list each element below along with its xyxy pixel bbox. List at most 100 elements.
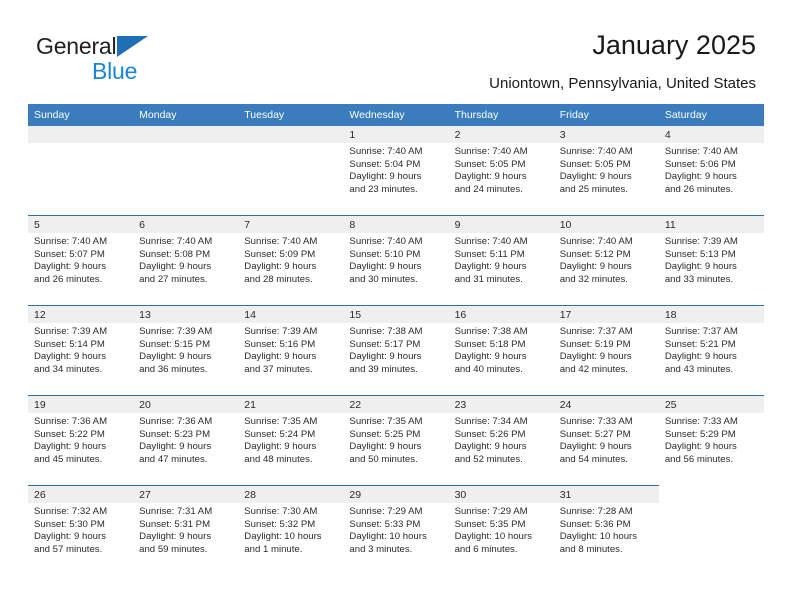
daylight-duration-line2: and 59 minutes.: [139, 543, 208, 555]
day-number: 10: [553, 216, 659, 233]
page-header: General Blue January 2025 Uniontown, Pen…: [0, 0, 792, 100]
day-cell-inner[interactable]: 31 Sunrise: 7:28 AM Sunset: 5:36 PM Dayligh…: [553, 486, 659, 575]
day-cell-inner[interactable]: 22 Sunrise: 7:35 AM Sunset: 5:25 PM Dayligh…: [343, 396, 449, 485]
day-cell-inner[interactable]: 29 Sunrise: 7:29 AM Sunset: 5:33 PM Dayligh…: [343, 486, 449, 575]
weekday-header-sunday: Sunday: [28, 104, 134, 126]
daylight-duration-line2: and 54 minutes.: [559, 453, 628, 465]
logo-top-row: General: [36, 33, 266, 59]
day-cell-inner[interactable]: 26 Sunrise: 7:32 AM Sunset: 5:30 PM Dayligh…: [28, 486, 134, 575]
daylight-duration-line2: and 48 minutes.: [244, 453, 313, 465]
daylight-duration-line2: and 24 minutes.: [454, 183, 523, 195]
sunrise-time: Sunrise: 7:40 AM: [139, 236, 213, 247]
sunrise-time: Sunrise: 7:40 AM: [454, 146, 528, 157]
day-cell-inner[interactable]: 2 Sunrise: 7:40 AM Sunset: 5:05 PM Daylight…: [448, 126, 554, 215]
daylight-duration-line1: Daylight: 9 hours: [34, 531, 106, 543]
day-cell-inner[interactable]: 28 Sunrise: 7:30 AM Sunset: 5:32 PM Dayligh…: [238, 486, 344, 575]
day-cell-inner[interactable]: 27 Sunrise: 7:31 AM Sunset: 5:31 PM Dayligh…: [133, 486, 239, 575]
sunrise-time: Sunrise: 7:38 AM: [349, 326, 423, 337]
day-number: [28, 126, 134, 143]
day-details: Sunrise: 7:40 AM Sunset: 5:10 PM Daylight:…: [343, 233, 448, 286]
sunset-time: Sunset: 5:11 PM: [454, 248, 525, 260]
sunset-time: Sunset: 5:17 PM: [349, 338, 421, 350]
day-details: Sunrise: 7:39 AM Sunset: 5:16 PM Daylight:…: [238, 323, 343, 376]
day-cell-inner[interactable]: 23 Sunrise: 7:34 AM Sunset: 5:26 PM Dayligh…: [448, 396, 554, 485]
day-cell-inner[interactable]: 17 Sunrise: 7:37 AM Sunset: 5:19 PM Dayligh…: [553, 306, 659, 395]
day-number: 3: [553, 126, 659, 143]
sunset-time: Sunset: 5:30 PM: [34, 518, 105, 530]
day-details: Sunrise: 7:40 AM Sunset: 5:08 PM Daylight:…: [133, 233, 238, 286]
daylight-duration-line2: and 40 minutes.: [454, 363, 523, 375]
day-number: 26: [28, 486, 134, 503]
daylight-duration-line1: Daylight: 9 hours: [139, 261, 212, 273]
daylight-duration-line2: and 28 minutes.: [244, 273, 313, 285]
day-number: 31: [553, 486, 659, 503]
daylight-duration-line1: Daylight: 9 hours: [454, 351, 527, 363]
day-cell-inner[interactable]: 8 Sunrise: 7:40 AM Sunset: 5:10 PM Daylight…: [343, 216, 449, 305]
day-cell-inner[interactable]: 13 Sunrise: 7:39 AM Sunset: 5:15 PM Dayligh…: [133, 306, 239, 395]
day-number: 7: [238, 216, 344, 233]
day-cell-inner[interactable]: 25 Sunrise: 7:33 AM Sunset: 5:29 PM Dayligh…: [658, 396, 764, 485]
day-cell-inner[interactable]: 30 Sunrise: 7:29 AM Sunset: 5:35 PM Dayligh…: [448, 486, 554, 575]
calendar-cell-day: 10 Sunrise: 7:40 AM Sunset: 5:12 PM Dayligh…: [553, 215, 659, 306]
daylight-duration-line2: and 3 minutes.: [349, 543, 413, 555]
general-blue-logo[interactable]: General Blue: [36, 33, 266, 85]
day-cell-inner[interactable]: 3 Sunrise: 7:40 AM Sunset: 5:05 PM Daylight…: [553, 126, 659, 215]
day-details: Sunrise: 7:34 AM Sunset: 5:26 PM Daylight:…: [449, 413, 554, 466]
day-number: [133, 126, 239, 143]
day-details: Sunrise: 7:33 AM Sunset: 5:27 PM Daylight:…: [554, 413, 659, 466]
day-cell-inner[interactable]: 19 Sunrise: 7:36 AM Sunset: 5:22 PM Dayligh…: [28, 396, 134, 485]
day-details: Sunrise: 7:35 AM Sunset: 5:25 PM Daylight:…: [343, 413, 448, 466]
day-details: Sunrise: 7:40 AM Sunset: 5:09 PM Daylight:…: [238, 233, 343, 286]
calendar-week-row: 5 Sunrise: 7:40 AM Sunset: 5:07 PM Daylight…: [28, 215, 764, 306]
sunset-time: Sunset: 5:10 PM: [349, 248, 421, 260]
daylight-duration-line2: and 26 minutes.: [664, 183, 734, 195]
daylight-duration-line2: and 37 minutes.: [244, 363, 313, 375]
sunset-time: Sunset: 5:09 PM: [244, 248, 316, 260]
day-cell-inner[interactable]: 10 Sunrise: 7:40 AM Sunset: 5:12 PM Dayligh…: [553, 216, 659, 305]
day-cell-inner[interactable]: 24 Sunrise: 7:33 AM Sunset: 5:27 PM Dayligh…: [553, 396, 659, 485]
calendar-cell-day: 31 Sunrise: 7:28 AM Sunset: 5:36 PM Dayligh…: [553, 485, 659, 575]
sunset-time: Sunset: 5:22 PM: [34, 428, 105, 440]
calendar-body: 1 Sunrise: 7:40 AM Sunset: 5:04 PM Daylight…: [28, 126, 764, 575]
daylight-duration-line2: and 27 minutes.: [139, 273, 208, 285]
page-subtitle-location: Uniontown, Pennsylvania, United States: [489, 75, 756, 92]
daylight-duration-line1: Daylight: 9 hours: [139, 531, 212, 543]
day-details: Sunrise: 7:40 AM Sunset: 5:05 PM Daylight:…: [449, 143, 554, 196]
day-cell-inner[interactable]: 14 Sunrise: 7:39 AM Sunset: 5:16 PM Dayligh…: [238, 306, 344, 395]
day-cell-inner[interactable]: 16 Sunrise: 7:38 AM Sunset: 5:18 PM Dayligh…: [448, 306, 554, 395]
daylight-duration-line1: Daylight: 9 hours: [139, 351, 212, 363]
calendar-week-row: 12 Sunrise: 7:39 AM Sunset: 5:14 PM Dayligh…: [28, 305, 764, 396]
day-cell-inner[interactable]: 11 Sunrise: 7:39 AM Sunset: 5:13 PM Dayligh…: [658, 216, 764, 305]
day-cell-inner[interactable]: 18 Sunrise: 7:37 AM Sunset: 5:21 PM Dayligh…: [658, 306, 764, 395]
calendar-cell-day: 21 Sunrise: 7:35 AM Sunset: 5:24 PM Dayligh…: [238, 395, 344, 486]
calendar-cell-day: 1 Sunrise: 7:40 AM Sunset: 5:04 PM Daylight…: [343, 126, 449, 216]
sunrise-time: Sunrise: 7:40 AM: [559, 236, 633, 247]
day-cell-inner[interactable]: 5 Sunrise: 7:40 AM Sunset: 5:07 PM Daylight…: [28, 216, 134, 305]
day-details: Sunrise: 7:40 AM Sunset: 5:04 PM Daylight:…: [343, 143, 448, 196]
day-cell-inner[interactable]: 9 Sunrise: 7:40 AM Sunset: 5:11 PM Daylight…: [448, 216, 554, 305]
day-details: Sunrise: 7:38 AM Sunset: 5:18 PM Daylight:…: [449, 323, 554, 376]
sunrise-time: Sunrise: 7:35 AM: [244, 416, 318, 427]
day-cell-inner: [133, 126, 239, 215]
day-cell-inner[interactable]: 1 Sunrise: 7:40 AM Sunset: 5:04 PM Daylight…: [343, 126, 449, 215]
sunset-time: Sunset: 5:07 PM: [34, 248, 105, 260]
day-cell-inner[interactable]: 12 Sunrise: 7:39 AM Sunset: 5:14 PM Dayligh…: [28, 306, 134, 395]
weekday-header-monday: Monday: [133, 104, 239, 126]
day-cell-inner[interactable]: 21 Sunrise: 7:35 AM Sunset: 5:24 PM Dayligh…: [238, 396, 344, 485]
sunrise-time: Sunrise: 7:32 AM: [34, 506, 108, 517]
day-cell-inner[interactable]: 6 Sunrise: 7:40 AM Sunset: 5:08 PM Daylight…: [133, 216, 239, 305]
day-cell-inner[interactable]: 4 Sunrise: 7:40 AM Sunset: 5:06 PM Daylight…: [658, 126, 764, 215]
day-cell-inner[interactable]: 20 Sunrise: 7:36 AM Sunset: 5:23 PM Dayligh…: [133, 396, 239, 485]
sunrise-time: Sunrise: 7:39 AM: [244, 326, 318, 337]
sunset-time: Sunset: 5:27 PM: [559, 428, 631, 440]
day-cell-inner[interactable]: 7 Sunrise: 7:40 AM Sunset: 5:09 PM Daylight…: [238, 216, 344, 305]
day-cell-inner[interactable]: 15 Sunrise: 7:38 AM Sunset: 5:17 PM Dayligh…: [343, 306, 449, 395]
sunrise-time: Sunrise: 7:28 AM: [559, 506, 633, 517]
calendar-cell-day: 25 Sunrise: 7:33 AM Sunset: 5:29 PM Dayligh…: [658, 395, 764, 486]
sunset-time: Sunset: 5:35 PM: [454, 518, 526, 530]
sunrise-time: Sunrise: 7:36 AM: [139, 416, 213, 427]
daylight-duration-line1: Daylight: 10 hours: [244, 531, 322, 543]
daylight-duration-line1: Daylight: 9 hours: [349, 441, 422, 453]
calendar-cell-day: 3 Sunrise: 7:40 AM Sunset: 5:05 PM Daylight…: [553, 126, 659, 216]
daylight-duration-line1: Daylight: 9 hours: [139, 441, 212, 453]
